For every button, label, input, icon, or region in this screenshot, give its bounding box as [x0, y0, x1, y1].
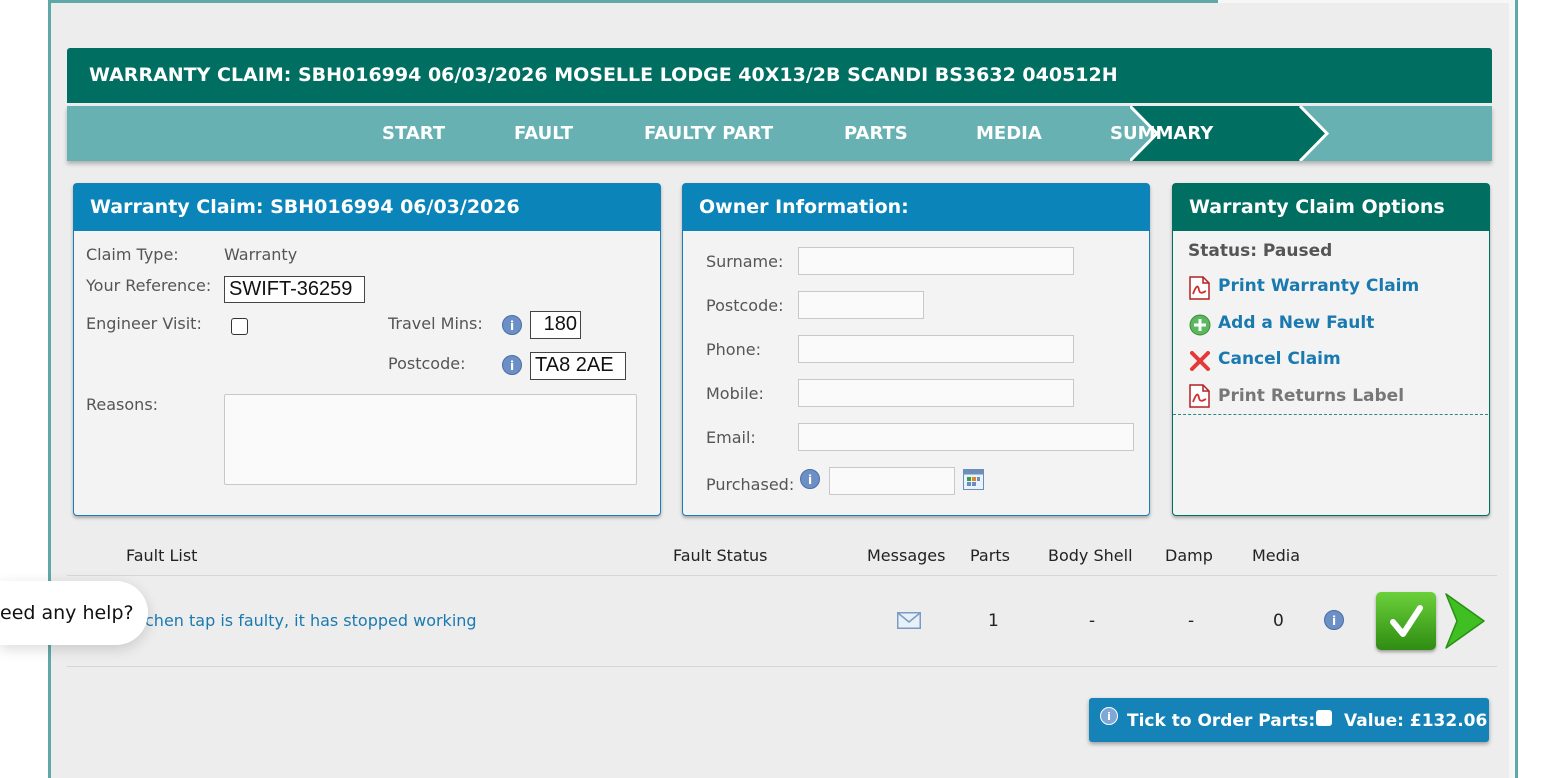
col-fault-list: Fault List: [126, 546, 198, 565]
postcode-info-icon[interactable]: i: [502, 355, 522, 375]
col-media: Media: [1252, 546, 1301, 565]
col-damp: Damp: [1165, 546, 1213, 565]
table-header-divider: [67, 575, 1497, 576]
help-text: eed any help?: [0, 602, 134, 624]
phone-label: Phone:: [706, 340, 761, 359]
email-label: Email:: [706, 428, 756, 447]
claim-status: Status: Paused: [1188, 241, 1333, 261]
damp-cell: -: [1188, 611, 1195, 631]
reference-input[interactable]: SWIFT-36259: [224, 276, 365, 303]
print-returns-label-link[interactable]: Print Returns Label: [1218, 386, 1404, 406]
col-body-shell: Body Shell: [1048, 546, 1133, 565]
purchased-info-icon[interactable]: i: [800, 469, 820, 489]
help-chat-bubble[interactable]: eed any help?: [0, 581, 148, 645]
checkmark-icon: [1390, 605, 1423, 637]
tab-fault[interactable]: FAULT: [514, 106, 573, 161]
engineer-visit-checkbox[interactable]: [231, 318, 248, 335]
order-parts-box: i Tick to Order Parts: Value: £132.06: [1089, 698, 1489, 742]
reasons-label: Reasons:: [86, 395, 159, 414]
top-divider: [51, 0, 1218, 3]
add-circle-icon: [1189, 314, 1211, 336]
print-warranty-claim-link[interactable]: Print Warranty Claim: [1218, 276, 1419, 296]
fault-description-link[interactable]: chen tap is faulty, it has stopped worki…: [145, 611, 477, 630]
purchased-date-input[interactable]: [829, 467, 955, 495]
row-info-icon[interactable]: i: [1324, 610, 1344, 630]
pdf-icon: [1189, 276, 1210, 300]
surname-input[interactable]: [798, 247, 1074, 275]
mobile-input[interactable]: [798, 379, 1074, 407]
email-input[interactable]: [798, 423, 1134, 451]
calendar-icon[interactable]: [963, 469, 984, 490]
surname-label: Surname:: [706, 252, 784, 271]
add-new-fault-link[interactable]: Add a New Fault: [1218, 313, 1374, 333]
pdf-icon: [1189, 384, 1210, 408]
postcode-input[interactable]: TA8 2AE: [530, 352, 626, 380]
reference-label: Your Reference:: [86, 276, 212, 295]
col-fault-status: Fault Status: [673, 546, 768, 565]
wizard-steps: START FAULT FAULTY PART PARTS MEDIA SUMM…: [67, 106, 1492, 161]
parts-count: 1: [988, 611, 999, 631]
purchased-label: Purchased:: [706, 475, 795, 494]
engineer-visit-label: Engineer Visit:: [86, 314, 202, 333]
claim-type-value: Warranty: [224, 245, 298, 264]
cancel-x-icon: [1190, 351, 1210, 371]
owner-panel-title: Owner Information:: [683, 184, 1149, 231]
tab-summary[interactable]: SUMMARY: [1110, 106, 1213, 161]
owner-postcode-input[interactable]: [798, 291, 924, 319]
order-info-icon[interactable]: i: [1100, 707, 1118, 725]
claim-title-bar: WARRANTY CLAIM: SBH016994 06/03/2026 MOS…: [67, 48, 1492, 103]
claim-panel-title: Warranty Claim: SBH016994 06/03/2026: [74, 184, 660, 231]
travel-info-icon[interactable]: i: [502, 315, 522, 335]
approve-button[interactable]: [1376, 592, 1436, 650]
order-value: Value: £132.06: [1344, 711, 1488, 731]
postcode-label: Postcode:: [388, 354, 466, 373]
tab-parts[interactable]: PARTS: [844, 106, 908, 161]
claim-title: WARRANTY CLAIM: SBH016994 06/03/2026 MOS…: [89, 64, 1118, 86]
col-messages: Messages: [867, 546, 946, 565]
cancel-claim-link[interactable]: Cancel Claim: [1218, 349, 1341, 369]
order-parts-checkbox[interactable]: [1316, 710, 1332, 726]
claim-type-label: Claim Type:: [86, 245, 179, 264]
tab-media[interactable]: MEDIA: [976, 106, 1042, 161]
next-arrow-icon[interactable]: [1443, 591, 1487, 651]
order-parts-label: Tick to Order Parts:: [1127, 711, 1316, 731]
table-row-divider: [67, 666, 1497, 667]
tab-faulty-part[interactable]: FAULTY PART: [644, 106, 773, 161]
phone-input[interactable]: [798, 335, 1074, 363]
options-panel-title: Warranty Claim Options: [1173, 184, 1489, 231]
mobile-label: Mobile:: [706, 384, 764, 403]
tab-start[interactable]: START: [382, 106, 445, 161]
options-divider: [1173, 414, 1488, 415]
col-parts: Parts: [970, 546, 1010, 565]
media-count: 0: [1273, 611, 1284, 631]
reasons-textarea[interactable]: [224, 394, 637, 485]
body-shell-cell: -: [1089, 611, 1096, 631]
envelope-icon[interactable]: [897, 612, 921, 629]
travel-mins-label: Travel Mins:: [388, 314, 483, 333]
travel-mins-input[interactable]: 180: [530, 311, 581, 339]
owner-postcode-label: Postcode:: [706, 296, 784, 315]
